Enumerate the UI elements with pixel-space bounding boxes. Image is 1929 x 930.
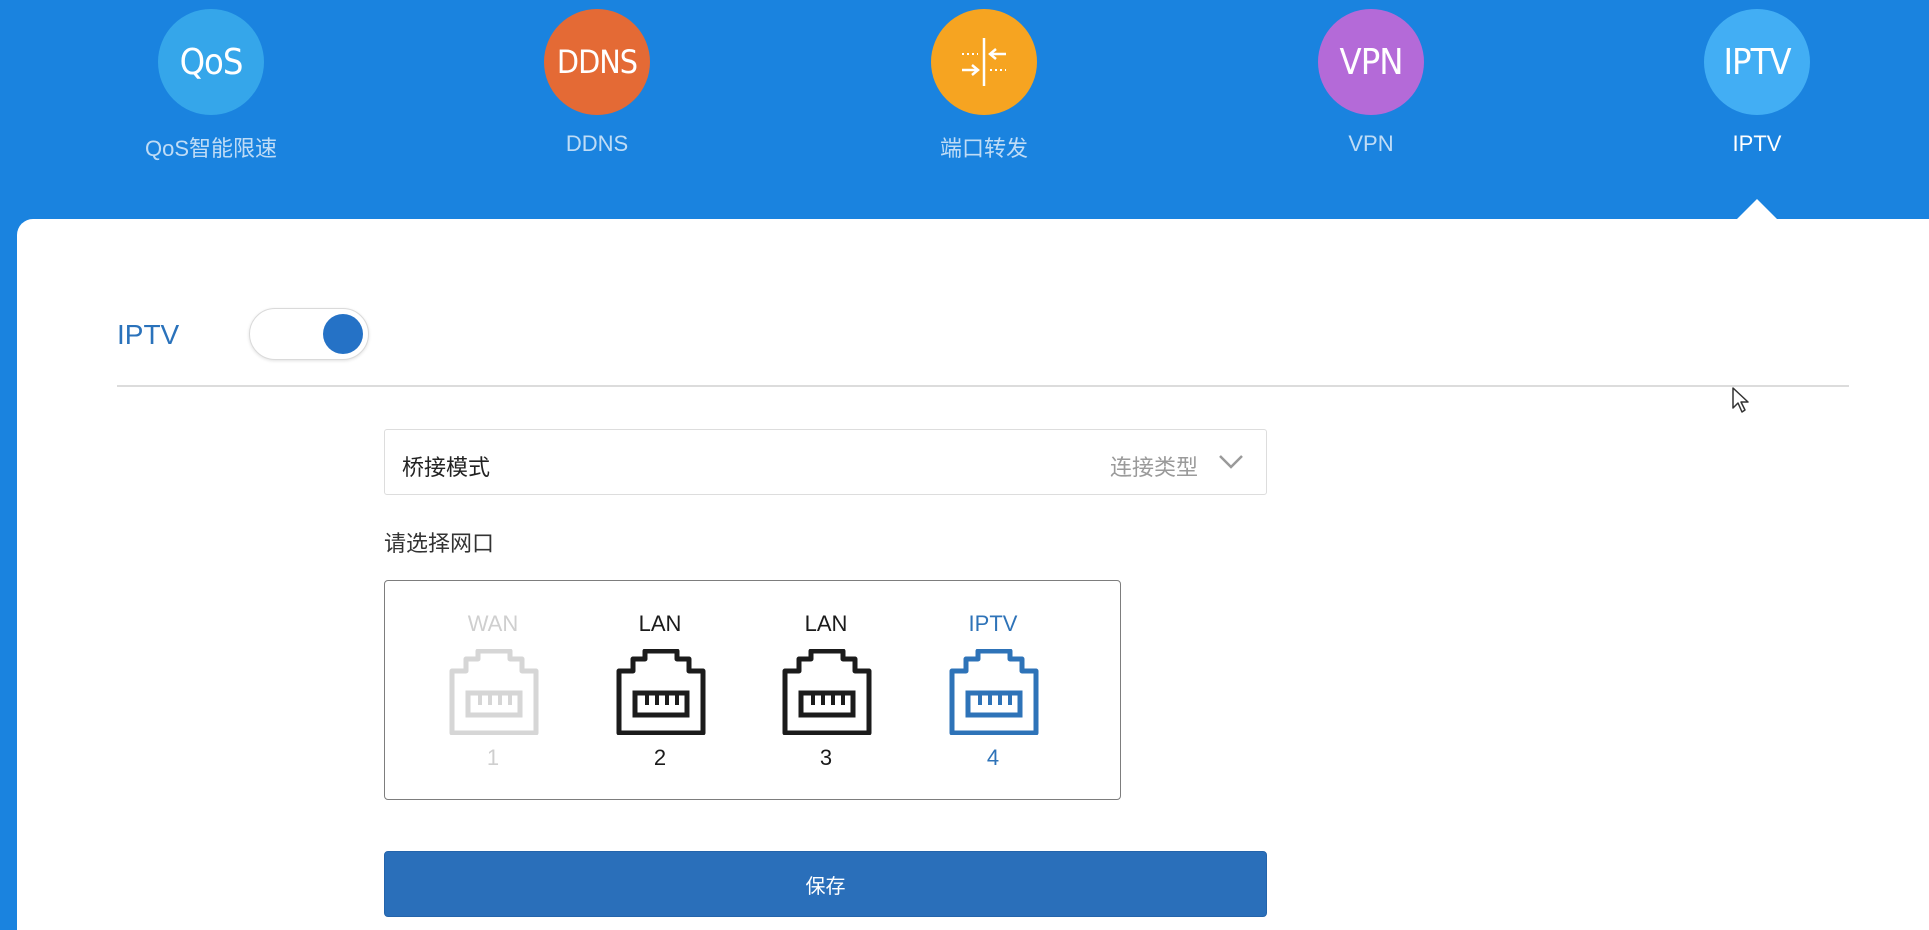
iptv-icon: IPTV xyxy=(1704,9,1810,115)
port-select-prompt: 请选择网口 xyxy=(384,531,495,556)
port-1-wan: WAN 1 xyxy=(428,611,558,771)
ethernet-port-icon xyxy=(782,649,872,735)
nav-item-port-forward[interactable]: 端口转发 xyxy=(854,0,1114,170)
port-number: 4 xyxy=(986,745,1000,770)
ddns-icon: DDNS xyxy=(544,9,650,115)
divider xyxy=(117,385,1849,387)
iptv-toggle-label: IPTV xyxy=(117,319,180,350)
port-number: 3 xyxy=(819,745,833,770)
save-button[interactable]: 保存 xyxy=(384,851,1267,917)
qos-icon: QoS xyxy=(158,9,264,115)
mouse-cursor-icon xyxy=(1732,387,1749,413)
nav-item-qos[interactable]: QoS QoS智能限速 xyxy=(81,0,341,170)
port-type-label: LAN xyxy=(804,611,848,636)
port-type-label: LAN xyxy=(638,611,682,636)
ethernet-port-icon xyxy=(449,649,539,735)
active-tab-pointer xyxy=(1737,199,1777,219)
chevron-down-icon xyxy=(1219,455,1243,469)
nav-label-qos: QoS智能限速 xyxy=(144,136,278,161)
port-forward-icon xyxy=(931,9,1037,115)
nav-item-ddns[interactable]: DDNS DDNS xyxy=(467,0,727,170)
port-type-label: IPTV xyxy=(968,611,1018,636)
feature-nav: QoS QoS智能限速 DDNS DDNS 端口转发 VPN VPN IPTV … xyxy=(0,0,1929,220)
toggle-knob xyxy=(323,314,363,354)
port-4-iptv[interactable]: IPTV 4 xyxy=(928,611,1058,771)
nav-label-ddns: DDNS xyxy=(565,131,629,156)
connection-type-hint: 连接类型 xyxy=(1109,455,1198,480)
connection-type-select[interactable]: 桥接模式 连接类型 xyxy=(384,429,1267,495)
nav-label-iptv: IPTV xyxy=(1732,131,1782,156)
vpn-icon: VPN xyxy=(1318,9,1424,115)
port-number: 1 xyxy=(486,745,500,770)
nav-item-iptv[interactable]: IPTV IPTV xyxy=(1627,0,1887,170)
iptv-settings-panel: IPTV 桥接模式 连接类型 请选择网口 WAN 1 LAN 2 LAN 3 I… xyxy=(17,219,1929,930)
connection-type-value: 桥接模式 xyxy=(402,455,491,480)
ethernet-port-icon xyxy=(949,649,1039,735)
port-3-lan[interactable]: LAN 3 xyxy=(761,611,891,771)
nav-label-vpn: VPN xyxy=(1348,131,1394,156)
port-selector: WAN 1 LAN 2 LAN 3 IPTV 4 xyxy=(384,580,1121,800)
port-2-lan[interactable]: LAN 2 xyxy=(595,611,725,771)
iptv-toggle[interactable] xyxy=(249,308,369,360)
ethernet-port-icon xyxy=(616,649,706,735)
port-type-label: WAN xyxy=(467,611,519,636)
nav-label-port-forward: 端口转发 xyxy=(939,136,1028,161)
port-number: 2 xyxy=(653,745,667,770)
nav-item-vpn[interactable]: VPN VPN xyxy=(1241,0,1501,170)
